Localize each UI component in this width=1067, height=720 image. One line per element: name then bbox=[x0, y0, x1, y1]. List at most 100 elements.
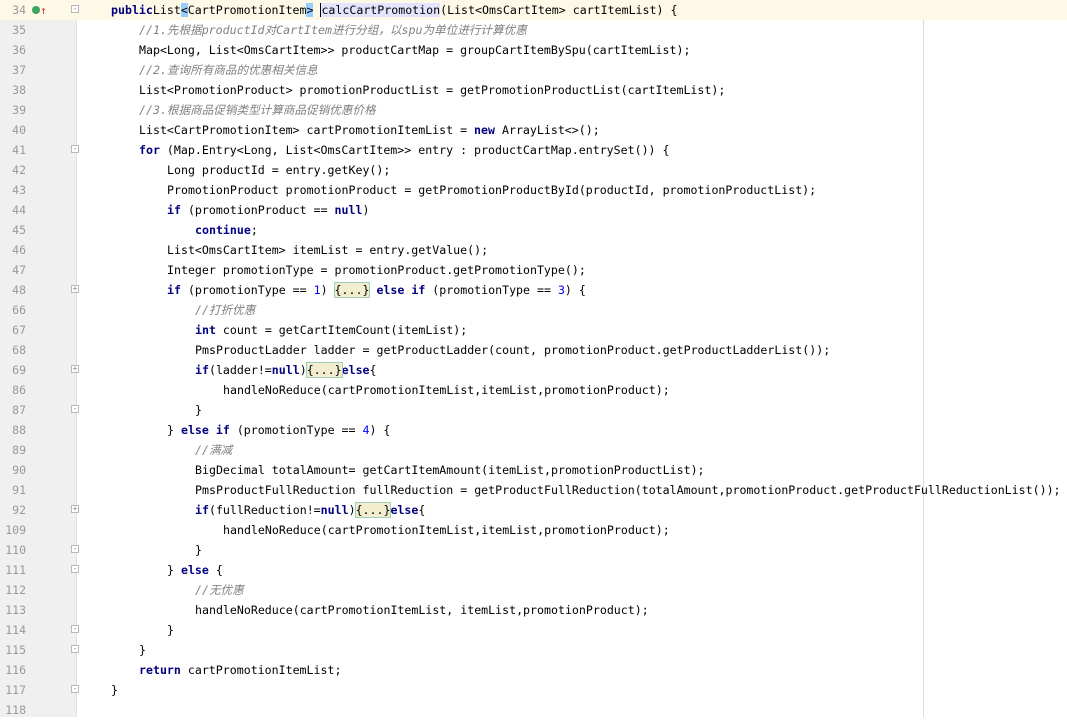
code-line[interactable]: 113 handleNoReduce(cartPromotionItemList,… bbox=[0, 600, 1067, 620]
code-line[interactable]: 46 List<OmsCartItem> itemList = entry.get… bbox=[0, 240, 1067, 260]
collapse-fold-icon[interactable]: - bbox=[71, 405, 79, 413]
code-line[interactable]: 37 //2.查询所有商品的优惠相关信息 bbox=[0, 60, 1067, 80]
code-line[interactable]: 87 -} bbox=[0, 400, 1067, 420]
folded-code-block[interactable]: {...} bbox=[333, 282, 371, 298]
code-text: List<CartPromotionItem> cartPromotionIte… bbox=[139, 120, 600, 140]
code-line[interactable]: 118 bbox=[0, 700, 1067, 720]
expand-fold-icon[interactable]: + bbox=[71, 365, 79, 373]
keyword: if bbox=[411, 283, 426, 297]
line-number: 46 bbox=[12, 243, 26, 257]
code-token: (fullReduction!= bbox=[208, 503, 321, 517]
collapse-fold-icon[interactable]: - bbox=[71, 625, 79, 633]
overrides-up-arrow-icon[interactable]: ↑ bbox=[40, 1, 47, 21]
code-token: CartPromotionItem bbox=[187, 3, 307, 17]
line-number: 35 bbox=[12, 23, 26, 37]
collapse-fold-icon[interactable]: - bbox=[71, 145, 79, 153]
code-line[interactable]: 45 continue; bbox=[0, 220, 1067, 240]
collapse-fold-icon[interactable]: - bbox=[71, 645, 79, 653]
comment: //1.先根据productId对CartItem进行分组，以spu为单位进行计… bbox=[139, 23, 527, 37]
code-editor[interactable]: 34 ↑ - publicList<CartPromotionItem> calcCa… bbox=[0, 0, 1067, 720]
line-number: 69 bbox=[12, 363, 26, 377]
code-text: } bbox=[139, 640, 146, 660]
code-line[interactable]: 35 //1.先根据productId对CartItem进行分组，以spu为单位进… bbox=[0, 20, 1067, 40]
code-line[interactable]: 41 - for (Map.Entry<Long, List<OmsCartItem… bbox=[0, 140, 1067, 160]
code-token: List bbox=[152, 3, 181, 17]
code-token: handleNoReduce(cartPromotionItemList, it… bbox=[195, 603, 649, 617]
comment: //2.查询所有商品的优惠相关信息 bbox=[139, 63, 318, 77]
code-line[interactable]: 38 List<PromotionProduct> promotionProduc… bbox=[0, 80, 1067, 100]
code-line[interactable]: 116 return cartPromotionItemList; bbox=[0, 660, 1067, 680]
code-line[interactable]: 111-} else { bbox=[0, 560, 1067, 580]
code-line[interactable]: 89 //满减 bbox=[0, 440, 1067, 460]
code-token: Integer promotionType = promotionProduct… bbox=[167, 263, 586, 277]
expand-fold-icon[interactable]: + bbox=[71, 285, 79, 293]
line-number: 110 bbox=[5, 543, 26, 557]
code-line[interactable]: 110 -} bbox=[0, 540, 1067, 560]
collapse-fold-icon[interactable]: - bbox=[71, 545, 79, 553]
code-line[interactable]: 109 handleNoReduce(cartPromotionItemList,… bbox=[0, 520, 1067, 540]
code-token: List<CartPromotionItem> cartPromotionIte… bbox=[139, 123, 475, 137]
folded-code-block[interactable]: {...} bbox=[354, 502, 392, 518]
keyword: new bbox=[474, 123, 495, 137]
keyword: if bbox=[195, 363, 209, 377]
code-line[interactable]: 48 + if (promotionType == 1) {...} else if… bbox=[0, 280, 1067, 300]
line-number: 34 bbox=[12, 3, 26, 17]
code-token: { bbox=[369, 363, 377, 377]
code-line[interactable]: 39 //3.根据商品促销类型计算商品促销优惠价格 bbox=[0, 100, 1067, 120]
code-token: ) bbox=[320, 283, 335, 297]
line-number: 68 bbox=[12, 343, 26, 357]
code-text: if(fullReduction!=null){...}else{ bbox=[195, 500, 425, 520]
code-line[interactable]: 67 int count = getCartItemCount(itemList)… bbox=[0, 320, 1067, 340]
line-number: 45 bbox=[12, 223, 26, 237]
code-text: PmsProductLadder ladder = getProductLadd… bbox=[195, 340, 830, 360]
line-number: 117 bbox=[5, 683, 26, 697]
code-line[interactable]: 47 Integer promotionType = promotionProdu… bbox=[0, 260, 1067, 280]
code-line[interactable]: 36 Map<Long, List<OmsCartItem>> productCa… bbox=[0, 40, 1067, 60]
collapse-fold-icon[interactable]: - bbox=[71, 685, 79, 693]
line-number: 66 bbox=[12, 303, 26, 317]
keyword: null bbox=[271, 363, 300, 377]
code-line[interactable]: 114 -} bbox=[0, 620, 1067, 640]
code-line[interactable]: 34 ↑ - publicList<CartPromotionItem> calcCa… bbox=[0, 0, 1067, 20]
code-line[interactable]: 86 handleNoReduce(cartPromotionItemList,i… bbox=[0, 380, 1067, 400]
keyword: null bbox=[334, 203, 363, 217]
code-token: ) { bbox=[369, 423, 391, 437]
code-token: ArrayList<>(); bbox=[495, 123, 600, 137]
collapse-fold-icon[interactable]: - bbox=[71, 565, 79, 573]
code-line[interactable]: 40 List<CartPromotionItem> cartPromotionI… bbox=[0, 120, 1067, 140]
code-token: ; bbox=[250, 223, 258, 237]
number-literal: 3 bbox=[557, 283, 565, 297]
line-number: 44 bbox=[12, 203, 26, 217]
code-text: //2.查询所有商品的优惠相关信息 bbox=[139, 60, 318, 80]
code-text: Map<Long, List<OmsCartItem>> productCart… bbox=[139, 40, 690, 60]
code-line[interactable]: 92 + if(fullReduction!=null){...}else{ bbox=[0, 500, 1067, 520]
expand-fold-icon[interactable]: + bbox=[71, 505, 79, 513]
line-number: 109 bbox=[5, 523, 26, 537]
code-text: List<OmsCartItem> itemList = entry.getVa… bbox=[167, 240, 488, 260]
code-line[interactable]: 44 if (promotionProduct == null) bbox=[0, 200, 1067, 220]
code-line[interactable]: 115 -} bbox=[0, 640, 1067, 660]
code-line[interactable]: 112 //无优惠 bbox=[0, 580, 1067, 600]
folded-code-block[interactable]: {...} bbox=[305, 362, 343, 378]
code-line[interactable]: 88} else if (promotionType == 4) { bbox=[0, 420, 1067, 440]
line-number: 86 bbox=[12, 383, 26, 397]
code-text: handleNoReduce(cartPromotionItemList, it… bbox=[195, 600, 649, 620]
code-text: int count = getCartItemCount(itemList); bbox=[195, 320, 467, 340]
comment: //无优惠 bbox=[195, 583, 244, 597]
code-line[interactable]: 68 PmsProductLadder ladder = getProductLa… bbox=[0, 340, 1067, 360]
code-line[interactable]: 91 PmsProductFullReduction fullReduction … bbox=[0, 480, 1067, 500]
collapse-fold-icon[interactable]: - bbox=[71, 5, 79, 13]
line-number: 39 bbox=[12, 103, 26, 117]
code-line[interactable]: 42 Long productId = entry.getKey(); bbox=[0, 160, 1067, 180]
code-token: cartPromotionItemList; bbox=[180, 663, 342, 677]
code-text: //3.根据商品促销类型计算商品促销优惠价格 bbox=[139, 100, 376, 120]
code-token: List<OmsCartItem> itemList = entry.getVa… bbox=[167, 243, 489, 257]
code-line[interactable]: 66 //打折优惠 bbox=[0, 300, 1067, 320]
code-token: (ladder!= bbox=[208, 363, 272, 377]
code-line[interactable]: 69 + if(ladder!=null){...}else{ bbox=[0, 360, 1067, 380]
code-line[interactable]: 90 BigDecimal totalAmount= getCartItemAmo… bbox=[0, 460, 1067, 480]
implementing-method-icon[interactable] bbox=[32, 6, 40, 14]
code-line[interactable]: 43 PromotionProduct promotionProduct = ge… bbox=[0, 180, 1067, 200]
code-line[interactable]: 117 -} bbox=[0, 680, 1067, 700]
